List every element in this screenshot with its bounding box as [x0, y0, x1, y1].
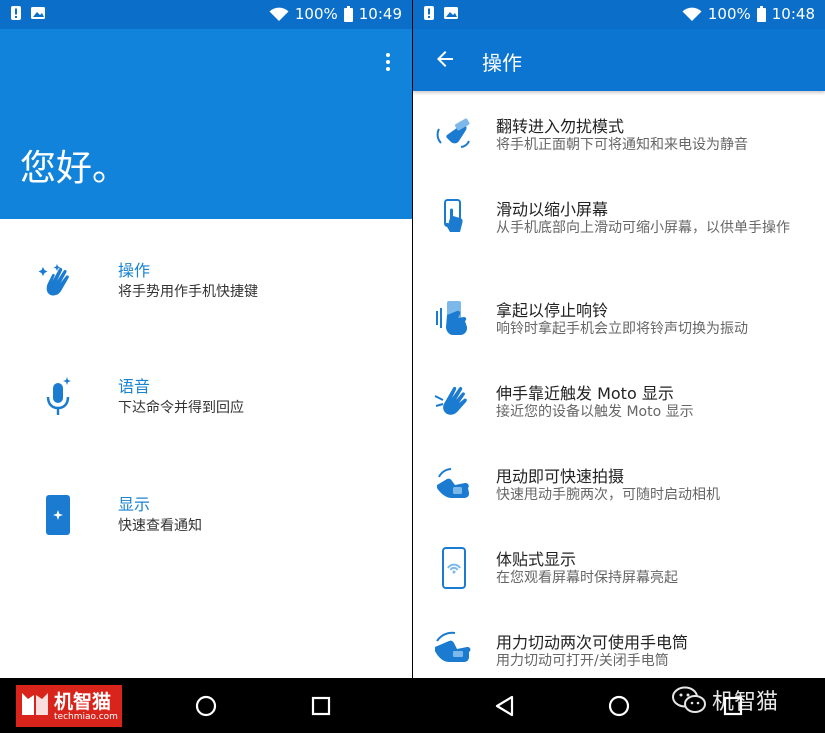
menu-item-actions[interactable]: 操作 将手势用作手机快捷键 [0, 257, 412, 337]
navigation-bar: 机智猫 techmiao.com 机智猫 [0, 678, 825, 733]
gesture-title: 体贴式显示 [496, 550, 577, 569]
menu-item-title: 显示 [118, 495, 151, 514]
recents-button-icon[interactable] [306, 691, 336, 721]
wechat-watermark: 机智猫 [672, 684, 778, 716]
battery-icon [343, 6, 353, 22]
status-bar: 100% 10:49 [0, 0, 412, 29]
menu-item-voice[interactable]: 语音 下达命令并得到回应 [0, 373, 412, 453]
image-notification-icon [444, 7, 458, 19]
gesture-subtitle: 快速甩动手腕两次，可随时启动相机 [496, 487, 720, 503]
twist-camera-icon [437, 468, 470, 498]
greeting-title: 您好。 [20, 148, 129, 189]
gesture-subtitle: 响铃时拿起手机会立即将铃声切换为振动 [496, 321, 748, 337]
chop-flashlight-icon [435, 631, 471, 662]
hero-header: 您好。 [0, 29, 412, 219]
flip-phone-icon [436, 118, 470, 148]
right-screen: 100% 10:48 操作 翻转进入勿扰模式 将手机正面朝下可将通知和来电设为静… [413, 0, 825, 678]
reach-hand-icon [434, 386, 467, 415]
menu-item-title: 语音 [118, 377, 151, 396]
gesture-title: 甩动即可快速拍摄 [496, 467, 625, 486]
clock: 10:49 [358, 5, 402, 23]
image-notification-icon [31, 7, 45, 19]
app-bar: 操作 [413, 29, 825, 91]
microphone-icon [46, 377, 71, 415]
menu-item-title: 操作 [118, 261, 151, 280]
gesture-subtitle: 接近您的设备以触发 Moto 显示 [496, 404, 694, 420]
gesture-subtitle: 用力切动可打开/关闭手电筒 [496, 653, 669, 669]
clock: 10:48 [771, 5, 815, 23]
pickup-phone-icon [436, 301, 468, 335]
back-button-icon[interactable] [490, 691, 520, 721]
watermark-logo-name: 机智猫 [54, 691, 112, 713]
status-bar: 100% 10:48 [413, 0, 825, 29]
page-title: 操作 [482, 51, 522, 75]
notification-alert-icon [424, 6, 434, 20]
wechat-icon [672, 686, 706, 713]
hand-gesture-icon [38, 264, 69, 296]
gesture-title: 滑动以缩小屏幕 [496, 200, 609, 219]
wifi-icon [269, 7, 289, 21]
menu-item-subtitle: 将手势用作手机快捷键 [118, 284, 258, 300]
notification-alert-icon [11, 6, 21, 20]
wechat-watermark-name: 机智猫 [712, 690, 779, 715]
gesture-title: 拿起以停止响铃 [496, 301, 609, 320]
battery-percent: 100% [707, 5, 751, 23]
battery-percent: 100% [294, 5, 338, 23]
phone-display-icon [46, 495, 70, 535]
swipe-up-icon [444, 199, 463, 232]
watermark-logo-site: techmiao.com [54, 712, 118, 722]
gesture-title: 翻转进入勿扰模式 [496, 117, 625, 136]
gesture-title: 用力切动两次可使用手电筒 [496, 633, 689, 652]
menu-item-display[interactable]: 显示 快速查看通知 [0, 491, 412, 571]
menu-item-subtitle: 快速查看通知 [118, 518, 202, 534]
gesture-title: 伸手靠近触发 Moto 显示 [496, 384, 674, 403]
cat-logo-icon [22, 693, 48, 715]
wifi-icon [682, 7, 702, 21]
more-options-icon[interactable] [384, 51, 392, 73]
watermark-logo: 机智猫 techmiao.com [16, 685, 122, 727]
attentive-display-icon [442, 547, 466, 589]
home-button-icon[interactable] [604, 691, 634, 721]
menu-item-subtitle: 下达命令并得到回应 [118, 400, 244, 416]
gesture-subtitle: 在您观看屏幕时保持屏幕亮起 [496, 570, 678, 586]
gesture-subtitle: 从手机底部向上滑动可缩小屏幕，以供单手操作 [496, 220, 790, 236]
home-button-icon[interactable] [191, 691, 221, 721]
battery-icon [756, 6, 766, 22]
left-screen: 100% 10:49 您好。 操作 将手势用作手机快捷键 语音 下达命令并得到回… [0, 0, 412, 678]
back-arrow-icon[interactable] [433, 47, 457, 71]
gesture-subtitle: 将手机正面朝下可将通知和来电设为静音 [496, 137, 748, 153]
